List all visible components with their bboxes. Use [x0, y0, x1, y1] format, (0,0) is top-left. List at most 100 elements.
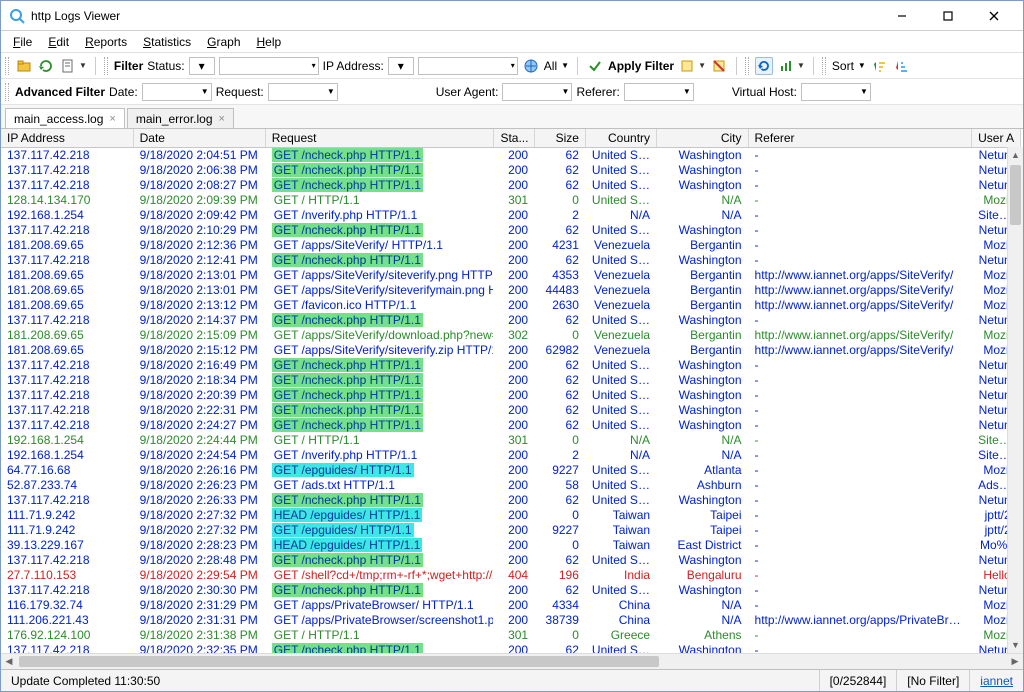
table-row[interactable]: 128.14.134.1709/18/2020 2:09:39 PMGET / …	[1, 193, 1021, 208]
data-grid[interactable]: IP AddressDateRequestSta...SizeCountryCi…	[1, 129, 1023, 653]
useragent-filter-combo[interactable]: ▼	[502, 83, 572, 101]
request-filter-combo[interactable]: ▼	[268, 83, 338, 101]
col-request[interactable]: Request	[265, 129, 494, 148]
table-row[interactable]: 116.179.32.749/18/2020 2:31:29 PMGET /ap…	[1, 598, 1021, 613]
table-row[interactable]: 137.117.42.2189/18/2020 2:24:27 PMGET /n…	[1, 418, 1021, 433]
table-row[interactable]: 192.168.1.2549/18/2020 2:24:44 PMGET / H…	[1, 433, 1021, 448]
table-row[interactable]: 39.13.229.1679/18/2020 2:28:23 PMHEAD /e…	[1, 538, 1021, 553]
table-row[interactable]: 181.208.69.659/18/2020 2:13:12 PMGET /fa…	[1, 298, 1021, 313]
col-date[interactable]: Date	[133, 129, 265, 148]
table-row[interactable]: 137.117.42.2189/18/2020 2:22:31 PMGET /n…	[1, 403, 1021, 418]
apply-filter-button[interactable]: Apply Filter	[608, 59, 674, 73]
table-row[interactable]: 137.117.42.2189/18/2020 2:30:30 PMGET /n…	[1, 583, 1021, 598]
tab-close-icon[interactable]: ×	[219, 113, 225, 125]
table-row[interactable]: 192.168.1.2549/18/2020 2:24:54 PMGET /nv…	[1, 448, 1021, 463]
grip-handle[interactable]	[5, 83, 9, 101]
col-country[interactable]: Country	[585, 129, 656, 148]
table-row[interactable]: 111.71.9.2429/18/2020 2:27:32 PMGET /epg…	[1, 523, 1021, 538]
table-row[interactable]: 137.117.42.2189/18/2020 2:08:27 PMGET /n…	[1, 178, 1021, 193]
ip-op-combo[interactable]: ▾	[388, 57, 414, 75]
grip-handle[interactable]	[5, 57, 9, 75]
menu-help[interactable]: Help	[251, 33, 288, 51]
globe-icon[interactable]	[522, 57, 540, 75]
table-row[interactable]: 137.117.42.2189/18/2020 2:04:51 PMGET /n…	[1, 148, 1021, 163]
table-row[interactable]: 192.168.1.2549/18/2020 2:09:42 PMGET /nv…	[1, 208, 1021, 223]
col-status[interactable]: Sta...	[494, 129, 535, 148]
table-row[interactable]: 181.208.69.659/18/2020 2:15:09 PMGET /ap…	[1, 328, 1021, 343]
table-row[interactable]: 181.208.69.659/18/2020 2:15:12 PMGET /ap…	[1, 343, 1021, 358]
status-link[interactable]: iannet	[980, 674, 1013, 688]
sort-desc-icon[interactable]	[892, 57, 910, 75]
menu-statistics[interactable]: Statistics	[137, 33, 197, 51]
table-row[interactable]: 137.117.42.2189/18/2020 2:20:39 PMGET /n…	[1, 388, 1021, 403]
new-dropdown[interactable]: ▼	[59, 57, 87, 75]
referer-filter-combo[interactable]: ▼	[624, 83, 694, 101]
col-ip[interactable]: IP Address	[1, 129, 133, 148]
table-row[interactable]: 137.117.42.2189/18/2020 2:12:41 PMGET /n…	[1, 253, 1021, 268]
scroll-left-arrow-icon[interactable]: ◀	[1, 654, 17, 669]
vertical-scrollbar[interactable]: ▲ ▼	[1007, 147, 1023, 653]
scroll-right-arrow-icon[interactable]: ▶	[1007, 654, 1023, 669]
menu-edit[interactable]: Edit	[42, 33, 75, 51]
col-referer[interactable]: Referer	[748, 129, 972, 148]
cell-ip: 181.208.69.65	[1, 343, 133, 358]
grip-handle[interactable]	[822, 57, 826, 75]
table-row[interactable]: 111.206.221.439/18/2020 2:31:31 PMGET /a…	[1, 613, 1021, 628]
close-button[interactable]	[971, 2, 1017, 30]
scroll-thumb[interactable]	[1010, 165, 1021, 225]
col-ua[interactable]: User A	[972, 129, 1021, 148]
table-row[interactable]: 137.117.42.2189/18/2020 2:06:38 PMGET /n…	[1, 163, 1021, 178]
table-row[interactable]: 137.117.42.2189/18/2020 2:14:37 PMGET /n…	[1, 313, 1021, 328]
table-row[interactable]: 137.117.42.2189/18/2020 2:32:35 PMGET /n…	[1, 643, 1021, 654]
table-row[interactable]: 137.117.42.2189/18/2020 2:16:49 PMGET /n…	[1, 358, 1021, 373]
chart-dropdown[interactable]: ▼	[777, 57, 805, 75]
cell-size: 62	[535, 418, 586, 433]
cell-date: 9/18/2020 2:26:16 PM	[133, 463, 265, 478]
menu-file[interactable]: File	[7, 33, 38, 51]
tab-close-icon[interactable]: ×	[109, 113, 115, 125]
table-row[interactable]: 52.87.233.749/18/2020 2:26:23 PMGET /ads…	[1, 478, 1021, 493]
table-row[interactable]: 111.71.9.2429/18/2020 2:27:32 PMHEAD /ep…	[1, 508, 1021, 523]
open-icon[interactable]	[15, 57, 33, 75]
status-combo[interactable]: ▾	[189, 57, 215, 75]
table-row[interactable]: 181.208.69.659/18/2020 2:13:01 PMGET /ap…	[1, 283, 1021, 298]
ip-value-combo[interactable]: ▾	[418, 57, 518, 75]
table-row[interactable]: 137.117.42.2189/18/2020 2:26:33 PMGET /n…	[1, 493, 1021, 508]
menu-graph[interactable]: Graph	[201, 33, 246, 51]
tab-main_access-log[interactable]: main_access.log×	[5, 108, 125, 128]
all-label[interactable]: All	[544, 59, 557, 73]
table-row[interactable]: 64.77.16.689/18/2020 2:26:16 PMGET /epgu…	[1, 463, 1021, 478]
virtualhost-filter-combo[interactable]: ▼	[801, 83, 871, 101]
horizontal-scrollbar[interactable]: ◀ ▶	[1, 653, 1023, 669]
sort-asc-icon[interactable]	[870, 57, 888, 75]
autorefresh-icon[interactable]	[755, 57, 773, 75]
tab-main_error-log[interactable]: main_error.log×	[127, 108, 234, 128]
scroll-thumb[interactable]	[19, 656, 659, 667]
apply-icon[interactable]	[586, 57, 604, 75]
refresh-icon[interactable]	[37, 57, 55, 75]
table-row[interactable]: 137.117.42.2189/18/2020 2:10:29 PMGET /n…	[1, 223, 1021, 238]
cell-size: 0	[535, 538, 586, 553]
table-row[interactable]: 27.7.110.1539/18/2020 2:29:54 PMGET /she…	[1, 568, 1021, 583]
table-row[interactable]: 181.208.69.659/18/2020 2:12:36 PMGET /ap…	[1, 238, 1021, 253]
table-row[interactable]: 181.208.69.659/18/2020 2:13:01 PMGET /ap…	[1, 268, 1021, 283]
date-filter-combo[interactable]: ▼	[142, 83, 212, 101]
scroll-down-arrow-icon[interactable]: ▼	[1008, 637, 1023, 653]
grip-handle[interactable]	[104, 57, 108, 75]
col-size[interactable]: Size	[535, 129, 586, 148]
maximize-button[interactable]	[925, 2, 971, 30]
status-value-combo[interactable]: ▾	[219, 57, 319, 75]
minimize-button[interactable]	[879, 2, 925, 30]
table-row[interactable]: 137.117.42.2189/18/2020 2:18:34 PMGET /n…	[1, 373, 1021, 388]
table-row[interactable]: 176.92.124.1009/18/2020 2:31:38 PMGET / …	[1, 628, 1021, 643]
cell-country: United St...	[585, 373, 656, 388]
export-dropdown[interactable]: ▼	[678, 57, 706, 75]
cell-request: GET /nverify.php HTTP/1.1	[265, 208, 494, 223]
remove-filter-icon[interactable]	[710, 57, 728, 75]
menu-reports[interactable]: Reports	[79, 33, 133, 51]
table-row[interactable]: 137.117.42.2189/18/2020 2:28:48 PMGET /n…	[1, 553, 1021, 568]
scroll-up-arrow-icon[interactable]: ▲	[1008, 147, 1023, 163]
grip-handle[interactable]	[745, 57, 749, 75]
col-city[interactable]: City	[657, 129, 748, 148]
cell-country: United St...	[585, 148, 656, 163]
